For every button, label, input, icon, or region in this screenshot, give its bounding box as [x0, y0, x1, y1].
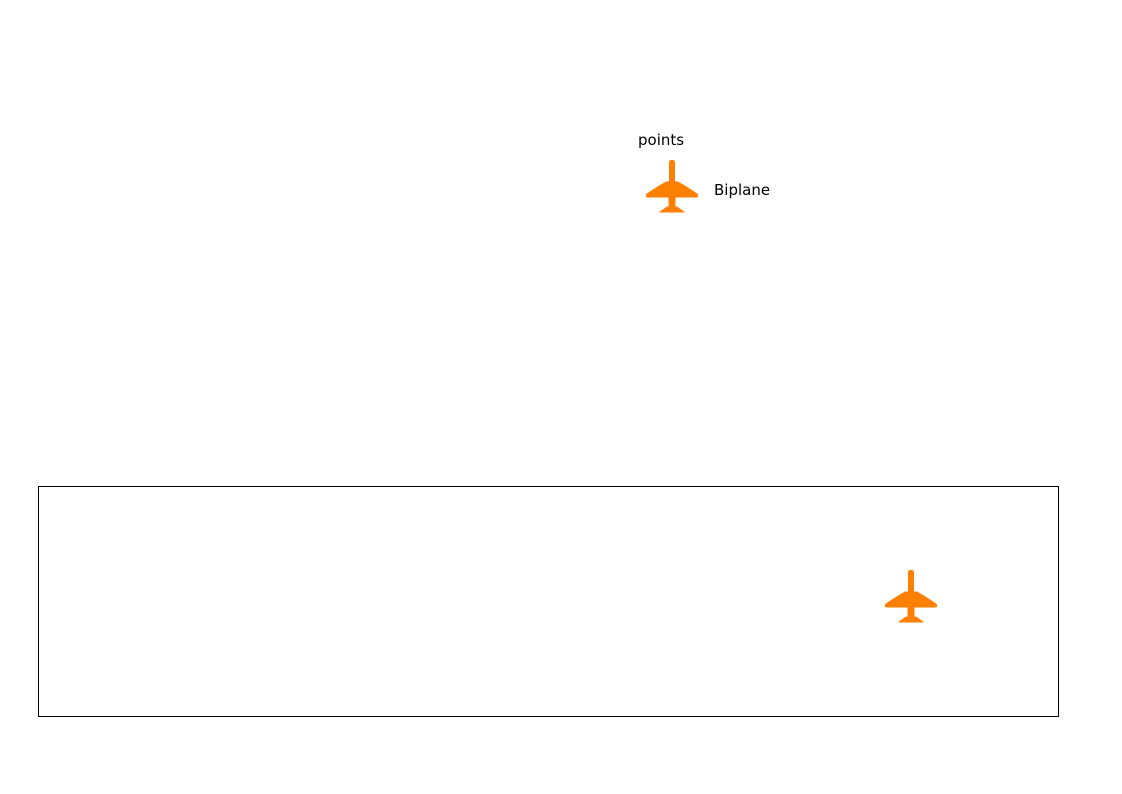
airplane-icon[interactable]: [881, 570, 941, 626]
map-frame[interactable]: [38, 486, 1059, 717]
legend: points Biplane: [630, 128, 800, 223]
legend-item-label: Biplane: [714, 181, 771, 199]
legend-title: points: [638, 131, 685, 149]
airplane-icon: [642, 160, 702, 216]
